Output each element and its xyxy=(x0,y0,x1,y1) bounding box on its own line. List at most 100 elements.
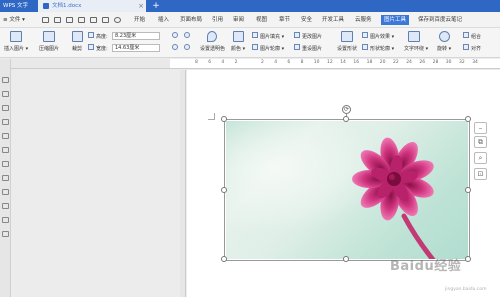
change-picture-button[interactable]: 更改图片 xyxy=(302,33,322,40)
menu-picture-tools[interactable]: 图片工具 xyxy=(381,15,410,25)
vertical-ruler[interactable] xyxy=(180,70,186,297)
preview-icon[interactable] xyxy=(90,17,97,23)
height-input[interactable]: 8.23厘米 xyxy=(112,32,160,40)
share-icon[interactable] xyxy=(2,217,9,223)
resize-handle-top-left[interactable] xyxy=(221,116,227,122)
undo-icon[interactable] xyxy=(114,17,121,23)
align-button[interactable]: 对齐 xyxy=(471,45,481,52)
compress-button[interactable]: 压缩图片 xyxy=(39,45,59,52)
menu-home[interactable]: 开始 xyxy=(134,16,145,25)
color-button[interactable]: 颜色 ▾ xyxy=(231,45,245,52)
title-bar: WPS 文字 文档1.docx × + xyxy=(0,0,500,12)
width-input[interactable]: 14.63厘米 xyxy=(112,44,160,52)
collapse-icon[interactable]: – xyxy=(474,122,487,134)
crop-icon[interactable] xyxy=(72,31,83,42)
shape-outline-button[interactable]: 形状轮廓 ▾ xyxy=(370,45,394,52)
find-icon[interactable] xyxy=(2,133,9,139)
resize-handle-bottom-left[interactable] xyxy=(221,256,227,262)
ruler-number: 32 xyxy=(459,60,465,65)
resize-handle-left[interactable] xyxy=(221,187,227,193)
property-icon[interactable] xyxy=(2,189,9,195)
menu-review[interactable]: 审阅 xyxy=(233,16,244,25)
insert-picture-button[interactable]: 插入图片 ▾ xyxy=(4,45,28,52)
reset-picture-button[interactable]: 重设图片 xyxy=(302,45,322,52)
zoom-icon[interactable]: ⌕ xyxy=(474,152,487,164)
crop-button[interactable]: 裁剪 xyxy=(72,45,82,52)
outline-icon xyxy=(252,44,258,50)
resize-handle-top[interactable] xyxy=(343,116,349,122)
backup-icon[interactable] xyxy=(2,203,9,209)
ruler-number: 18 xyxy=(366,60,373,65)
menu-cloud[interactable]: 云服务 xyxy=(355,16,372,25)
new-tab-button[interactable]: + xyxy=(150,0,162,12)
rotate-handle-icon[interactable]: ⟳ xyxy=(342,105,351,114)
resize-handle-bottom[interactable] xyxy=(343,256,349,262)
transparent-color-icon[interactable] xyxy=(207,31,217,42)
ruler-number: 26 xyxy=(419,60,426,65)
menu-page-layout[interactable]: 页面布局 xyxy=(180,16,202,25)
menu-developer[interactable]: 开发工具 xyxy=(322,16,344,25)
set-transparent-button[interactable]: 设置透明色 xyxy=(200,45,225,52)
combine-button[interactable]: 组合 xyxy=(471,33,481,40)
menu-baidu-notes[interactable]: 保存到百度云笔记 xyxy=(418,16,462,25)
ruler-number: 12 xyxy=(327,60,333,65)
menu-view[interactable]: 视图 xyxy=(256,16,267,25)
open-icon[interactable] xyxy=(54,17,61,23)
style-icon[interactable] xyxy=(2,161,9,167)
menu-references[interactable]: 引用 xyxy=(212,16,223,25)
contrast-up-icon[interactable] xyxy=(172,32,178,38)
format-painter-icon[interactable] xyxy=(102,17,109,23)
save-icon[interactable] xyxy=(66,17,73,23)
menu-bar: ≡ 文件 ▾ 开始 插入 页面布局 引用 审阅 视图 章节 安全 开发工具 云服… xyxy=(0,12,500,28)
ruler-number: 22 xyxy=(393,60,399,65)
brightness-down-icon[interactable] xyxy=(184,44,190,50)
menu-chapter[interactable]: 章节 xyxy=(279,16,290,25)
set-shape-button[interactable]: 设置形状 xyxy=(337,45,357,52)
picture-fill-button[interactable]: 图片填充 ▾ xyxy=(260,33,284,40)
thumbnail-icon[interactable] xyxy=(2,147,9,153)
comment-icon[interactable] xyxy=(2,119,9,125)
width-value: 14.63厘米 xyxy=(115,45,140,51)
picture-outline-button[interactable]: 图片轮廓 ▾ xyxy=(260,45,284,52)
bookmark-icon[interactable] xyxy=(2,105,9,111)
resize-handle-bottom-right[interactable] xyxy=(465,256,471,262)
layout-options-icon[interactable]: ⧉ xyxy=(474,136,487,148)
color-icon[interactable] xyxy=(233,31,244,42)
help-icon[interactable] xyxy=(2,231,9,237)
ruler-number: 30 xyxy=(445,60,452,65)
file-menu[interactable]: ≡ 文件 ▾ xyxy=(3,15,25,25)
height-label: 高度: xyxy=(96,34,108,40)
rotate-icon[interactable] xyxy=(439,31,450,42)
ruler-number: 16 xyxy=(353,60,360,65)
print-icon[interactable] xyxy=(78,17,85,23)
app-tab[interactable]: WPS 文字 xyxy=(0,0,38,12)
selection-icon[interactable] xyxy=(2,175,9,181)
crop-tool-icon[interactable]: ⊡ xyxy=(474,168,487,180)
fill-icon xyxy=(252,32,258,38)
compress-icon[interactable] xyxy=(43,31,55,42)
rotate-button[interactable]: 旋转 ▾ xyxy=(437,45,451,52)
width-label: 宽度: xyxy=(96,46,108,52)
brightness-up-icon[interactable] xyxy=(184,32,190,38)
ruler-margin xyxy=(11,59,170,69)
selected-picture[interactable] xyxy=(226,121,468,259)
menu-security[interactable]: 安全 xyxy=(301,16,312,25)
new-doc-icon[interactable] xyxy=(42,17,49,23)
flower-image xyxy=(226,121,468,259)
resize-handle-right[interactable] xyxy=(465,187,471,193)
document-tab[interactable]: 文档1.docx xyxy=(38,0,146,12)
set-shape-icon[interactable] xyxy=(341,31,353,42)
navigation-icon[interactable] xyxy=(2,77,9,83)
resize-handle-top-right[interactable] xyxy=(465,116,471,122)
contrast-down-icon[interactable] xyxy=(172,44,178,50)
insert-picture-icon[interactable] xyxy=(10,31,22,42)
menu-insert[interactable]: 插入 xyxy=(158,16,169,25)
text-wrap-button[interactable]: 文字环绕 ▾ xyxy=(404,45,428,52)
outline-view-icon[interactable] xyxy=(2,91,9,97)
close-tab-icon[interactable]: × xyxy=(136,0,146,12)
ruler-number: 8 xyxy=(300,60,304,65)
text-wrap-icon[interactable] xyxy=(408,31,420,42)
align-icon xyxy=(463,44,469,50)
picture-effects-button[interactable]: 图片效果 ▾ xyxy=(370,33,394,40)
document-tab-label: 文档1.docx xyxy=(52,3,82,9)
